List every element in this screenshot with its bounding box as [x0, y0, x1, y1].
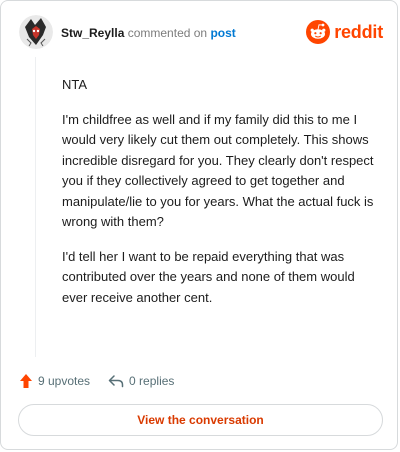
- reddit-logo[interactable]: reddit: [306, 20, 383, 44]
- reddit-logo-text: reddit: [334, 21, 383, 42]
- comment-paragraph: NTA: [62, 77, 88, 92]
- header-line: Stw_Reylla commented on post: [61, 26, 236, 40]
- post-link[interactable]: post: [210, 26, 235, 40]
- comment-paragraph: I'd tell her I want to be repaid everyth…: [62, 248, 355, 305]
- upvote-count: 9 upvotes: [38, 374, 91, 388]
- action-text: commented on: [127, 26, 208, 40]
- upvote-button[interactable]: 9 upvotes: [19, 373, 90, 389]
- comment-header: Stw_Reylla commented on post reddit: [19, 15, 383, 49]
- reply-arrow-icon: [108, 375, 124, 388]
- username-link[interactable]: Stw_Reylla: [61, 26, 124, 40]
- comment-card: Stw_Reylla commented on post reddit NTA …: [0, 0, 398, 450]
- reply-button[interactable]: 0 replies: [108, 374, 174, 388]
- comment-body: NTA I'm childfree as well and if my fami…: [62, 75, 382, 322]
- reddit-logo-icon: [306, 20, 331, 44]
- reply-count: 0 replies: [129, 374, 175, 388]
- user-avatar[interactable]: [19, 15, 53, 49]
- comment-paragraph: I'm childfree as well and if my family d…: [62, 111, 374, 230]
- view-conversation-button[interactable]: View the conversation: [18, 404, 383, 436]
- thread-line: [35, 57, 36, 357]
- comment-actions: 9 upvotes 0 replies: [19, 371, 174, 391]
- upvote-arrow-icon: [20, 374, 32, 388]
